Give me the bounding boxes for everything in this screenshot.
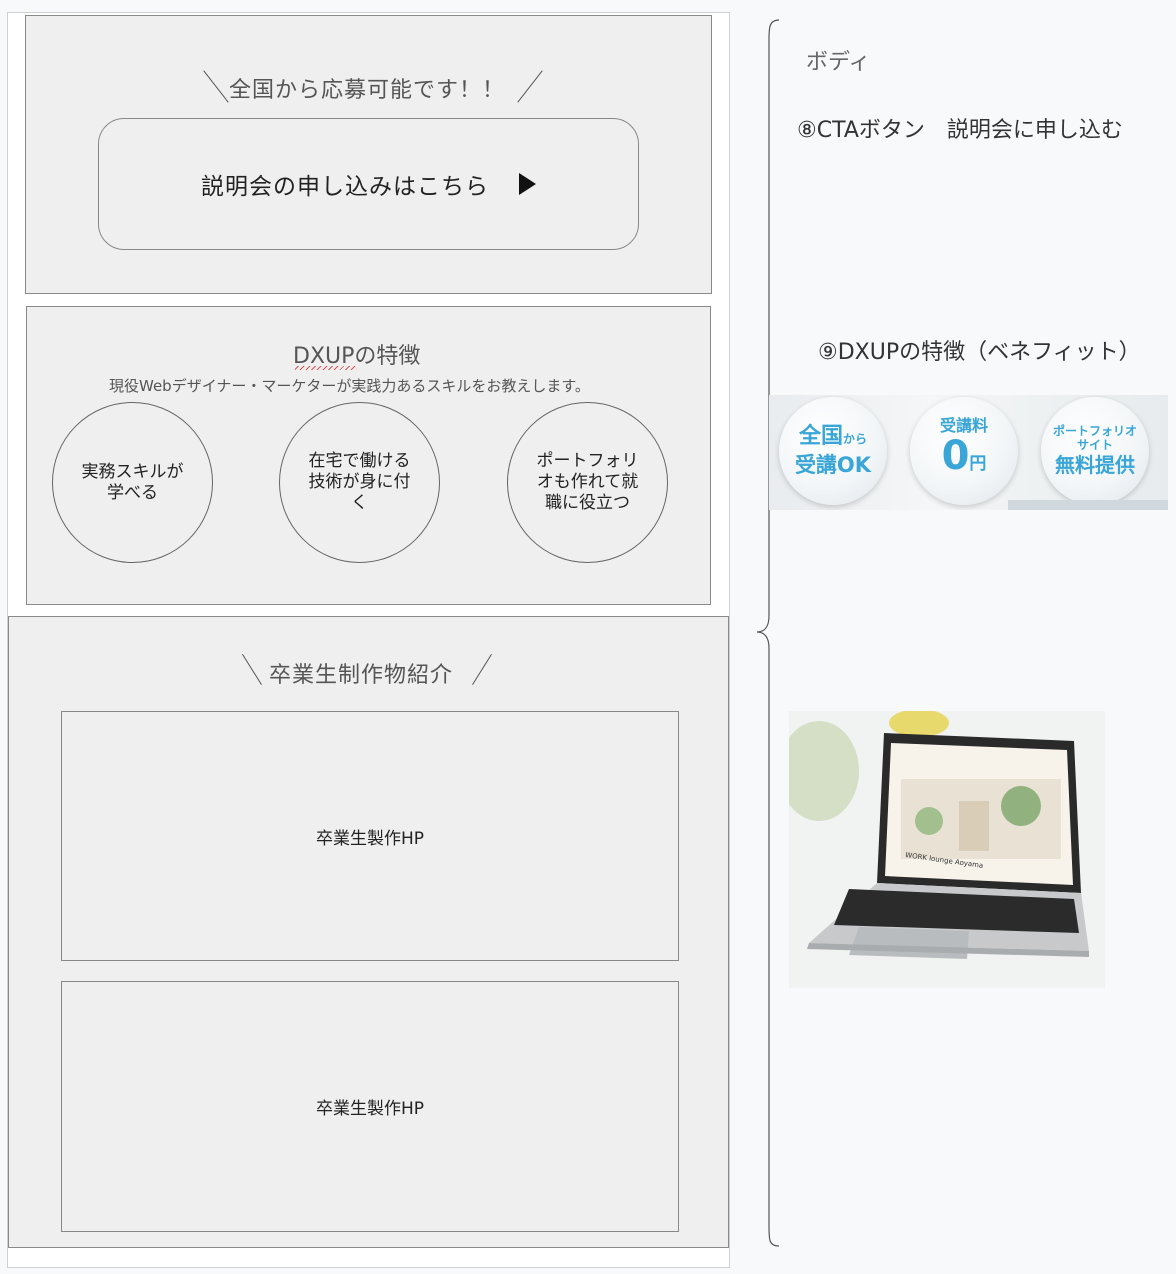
graduate-work-card[interactable]: 卒業生製作HP bbox=[61, 711, 679, 961]
play-arrow-icon bbox=[519, 173, 536, 195]
spellcheck-underline bbox=[295, 366, 357, 370]
badge-text: 0 bbox=[941, 433, 970, 479]
badge-text: から bbox=[843, 432, 868, 446]
graduate-work-label: 卒業生製作HP bbox=[315, 1099, 425, 1119]
feature-circle-text: ポートフォリオも作れて就職に役立つ bbox=[536, 451, 639, 513]
badge-text: 全国 bbox=[798, 424, 843, 449]
heading-slash-left bbox=[203, 70, 229, 103]
badge-text: ポートフォリオ bbox=[1052, 424, 1137, 438]
badge-text: 無料提供 bbox=[1055, 453, 1135, 477]
feature-circle-text: 実務スキルが学べる bbox=[81, 461, 184, 503]
graduate-work-card[interactable]: 卒業生製作HP bbox=[61, 981, 679, 1232]
graduate-work-label: 卒業生製作HP bbox=[315, 828, 425, 849]
badge-text: 円 bbox=[969, 454, 987, 474]
features-note: ⑨DXUPの特徴（ベネフィット） bbox=[818, 340, 1141, 365]
heading-slash-left bbox=[242, 653, 262, 686]
cta-apply-button[interactable]: 説明会の申し込みはこちら bbox=[98, 118, 639, 250]
cta-note: ⑧CTAボタン 説明会に申し込む bbox=[797, 118, 1123, 143]
badge-text: 受講OK bbox=[794, 453, 872, 477]
badge-nationwide: 全国から 受講OK bbox=[779, 397, 887, 505]
laptop-illustration: WORK lounge Aoyama bbox=[789, 711, 1105, 988]
feature-circle-text: 在宅で働ける技術が身に付く bbox=[308, 451, 411, 513]
body-label: ボディ bbox=[806, 50, 871, 75]
badge-text: サイト bbox=[1076, 438, 1113, 452]
works-heading: 卒業生制作物紹介 bbox=[269, 663, 454, 688]
banner-shelf bbox=[1008, 500, 1168, 510]
feature-circle: 在宅で働ける技術が身に付く bbox=[279, 402, 440, 563]
laptop-photo: WORK lounge Aoyama bbox=[789, 711, 1105, 988]
heading-slash-right bbox=[472, 653, 492, 686]
feature-circle: ポートフォリオも作れて就職に役立つ bbox=[507, 402, 668, 563]
heading-slash-right bbox=[517, 70, 543, 103]
cta-apply-button-label: 説明会の申し込みはこちら bbox=[201, 174, 489, 200]
features-subtitle: 現役Webデザイナー・マーケターが実践力あるスキルをお教えします。 bbox=[109, 377, 590, 395]
badge-free-tuition: 受講料 0円 bbox=[910, 397, 1018, 505]
section-brace bbox=[756, 19, 780, 1247]
feature-circle: 実務スキルが学べる bbox=[52, 402, 213, 563]
benefit-banner-image: 全国から 受講OK 受講料 0円 ポートフォリオ サイト 無料提供 bbox=[769, 395, 1168, 510]
cta-heading: 全国から応募可能です！！ bbox=[229, 78, 506, 103]
badge-portfolio: ポートフォリオ サイト 無料提供 bbox=[1041, 397, 1149, 505]
